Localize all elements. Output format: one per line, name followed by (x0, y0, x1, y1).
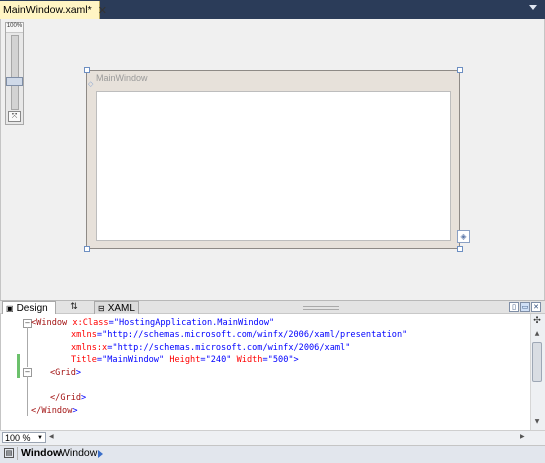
xml-attr: xmlns (71, 330, 97, 340)
xml-tag: <Window (31, 318, 68, 328)
swap-panes-icon[interactable]: ⇅ (62, 302, 86, 313)
xml-value-width: "500" (267, 355, 294, 365)
fold-guide (27, 376, 28, 416)
zoom-slider-panel: 100% ⤧ (5, 22, 24, 125)
xml-close: > (81, 393, 87, 403)
breadcrumb-item[interactable]: Window (60, 447, 97, 459)
xaml-line-3: xmlns:x="http://schemas.microsoft.com/wi… (71, 342, 350, 355)
document-tab-mainwindow-xaml[interactable]: MainWindow.xaml* ✕ (0, 1, 107, 19)
xml-value: "http://schemas.microsoft.com/winfx/2006… (112, 343, 351, 353)
tab-design-label: Design (16, 302, 48, 314)
fold-guide (27, 327, 28, 367)
xaml-line-2: xmlns="http://schemas.microsoft.com/winf… (71, 329, 407, 342)
xml-attr-height: Height (164, 355, 201, 365)
design-view-icon: ▣ (6, 303, 14, 313)
scroll-left-icon[interactable]: ◀ (49, 433, 54, 440)
breadcrumb-current[interactable]: Window (21, 447, 61, 459)
change-marker (17, 354, 20, 378)
zoom-to-fit-icon[interactable]: ⤧ (8, 111, 21, 122)
xml-value: "http://schemas.microsoft.com/winfx/2006… (102, 330, 408, 340)
editor-zoom-select[interactable]: 100 % ▼ (2, 432, 46, 443)
xaml-line-1: <Window x:Class="HostingApplication.Main… (31, 317, 274, 330)
zoom-slider-thumb[interactable] (6, 77, 23, 86)
xml-tag: <Grid (50, 368, 76, 378)
zoom-slider-track[interactable] (11, 35, 19, 110)
size-to-content-icon[interactable]: ◈ (457, 230, 470, 243)
zoom-percent-label: 100% (6, 23, 23, 33)
editor-zoom-value: 100 % (5, 433, 31, 443)
xml-close: > (75, 368, 82, 378)
document-outline-icon[interactable]: ▤ (4, 448, 14, 458)
close-icon[interactable]: ✕ (98, 4, 107, 17)
window-preview[interactable]: MainWindow (86, 70, 460, 249)
status-separator (17, 447, 18, 460)
xaml-line-4: Title="MainWindow" Height="240" Width="5… (71, 354, 299, 367)
window-preview-grid[interactable] (96, 91, 451, 241)
xaml-line-7: </Grid> (50, 392, 86, 405)
vertical-split-icon[interactable]: ▯ (509, 302, 519, 312)
xml-close: > (72, 406, 78, 416)
chevron-down-icon: ▼ (37, 435, 43, 441)
xml-close: > (293, 355, 299, 365)
grid-anchor-icon[interactable]: ◇ (88, 80, 93, 88)
document-tab-title: MainWindow.xaml* (3, 4, 92, 16)
scroll-up-icon[interactable]: ▲ (531, 330, 543, 340)
editor-horizontal-bar (0, 430, 545, 445)
tab-xaml-label: XAML (107, 302, 135, 314)
split-editor-icon[interactable]: ✣ (531, 316, 543, 327)
xml-value-height: "240" (205, 355, 232, 365)
xml-attr: xmlns:x (71, 343, 108, 353)
xaml-line-8: </Window> (31, 405, 78, 418)
tab-xaml[interactable]: ⊟ XAML (94, 301, 139, 314)
scroll-right-icon[interactable]: ▶ (520, 433, 525, 440)
tab-design[interactable]: ▣ Design (2, 301, 56, 314)
xaml-line-5: <Grid> (50, 367, 81, 380)
xml-attr-width: Width (231, 355, 263, 365)
xml-tag: </Grid (50, 393, 82, 403)
xml-value: "HostingApplication.MainWindow" (113, 318, 275, 328)
xml-tag: </Window (31, 406, 73, 416)
resize-handle-top-left[interactable] (84, 67, 90, 73)
scroll-down-icon[interactable]: ▼ (531, 418, 543, 428)
resize-handle-bottom-left[interactable] (84, 246, 90, 252)
xaml-view-icon: ⊟ (98, 303, 105, 313)
collapse-pane-icon[interactable]: ✕ (531, 302, 541, 312)
window-preview-title: MainWindow (96, 73, 148, 83)
xml-attr: x:Class (67, 318, 109, 328)
xml-attr-title: Title (71, 355, 97, 365)
xml-value-title: "MainWindow" (102, 355, 165, 365)
splitter-grip[interactable] (303, 306, 339, 310)
scrollbar-thumb[interactable] (532, 342, 542, 382)
tab-overflow-chevron-down-icon[interactable] (529, 5, 537, 10)
resize-handle-top-right[interactable] (457, 67, 463, 73)
resize-handle-bottom-right[interactable] (457, 246, 463, 252)
breadcrumb-arrow-icon[interactable] (98, 450, 103, 458)
horizontal-split-icon[interactable]: ▭ (520, 302, 530, 312)
